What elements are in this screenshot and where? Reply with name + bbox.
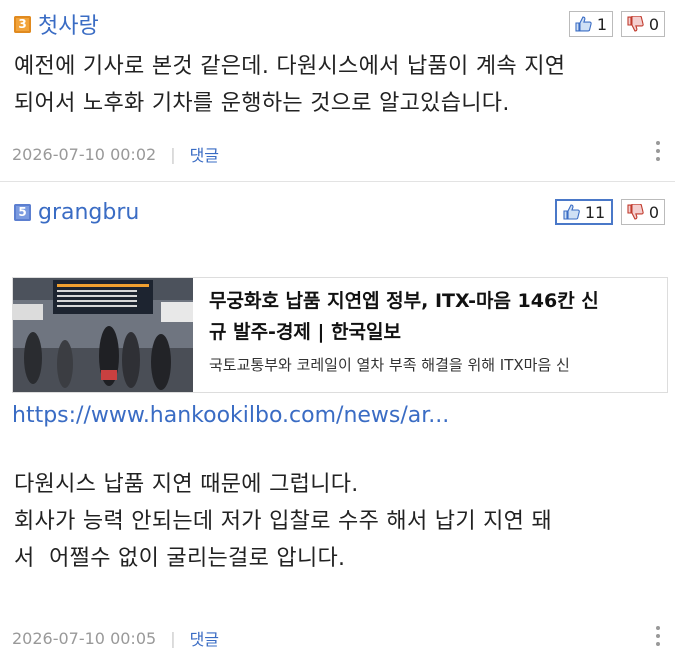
link-preview-title: 무궁화호 납품 지연엡 정부, ITX-마음 146칸 신 규 발주-경제 | … — [209, 290, 599, 343]
comment-text: 다원시스 납품 지연 때문에 그럽니다. 회사가 능력 안되는데 저가 입찰로 … — [14, 472, 553, 571]
link-preview-info: 무궁화호 납품 지연엡 정부, ITX-마음 146칸 신 규 발주-경제 | … — [193, 278, 667, 392]
downvote-button[interactable]: 0 — [621, 199, 665, 225]
upvote-button[interactable]: 1 — [569, 11, 613, 37]
link-preview-card[interactable]: 무궁화호 납품 지연엡 정부, ITX-마음 146칸 신 규 발주-경제 | … — [12, 277, 668, 393]
article-link[interactable]: https://www.hankookilbo.com/news/ar... — [12, 403, 449, 428]
author-name[interactable]: 첫사랑 — [38, 8, 99, 40]
link-preview-description: 국토교통부와 코레일이 열차 부족 해결을 위해 ITX마음 신 — [209, 356, 570, 374]
comment-item: 3 첫사랑 1 0 예전에 기사로 본것 같은데. 다원시스에서 납품이 계속 … — [0, 0, 675, 182]
thumbs-up-icon — [563, 204, 580, 220]
comment-timestamp: 2026-07-10 00:05 — [12, 628, 157, 648]
more-vertical-icon[interactable] — [655, 141, 661, 161]
comment-meta: 2026-07-10 00:05 | 댓글 — [12, 626, 219, 650]
level-badge-icon: 3 — [14, 15, 31, 33]
comment-author[interactable]: 3 첫사랑 — [14, 8, 99, 40]
comment-item: 5 grangbru 11 0 무궁화호 납품 지연엡 정부, ITX-마음 1… — [0, 182, 675, 662]
more-vertical-icon[interactable] — [655, 626, 661, 646]
upvote-button[interactable]: 11 — [555, 199, 613, 225]
comment-meta: 2026-07-10 00:02 | 댓글 — [12, 142, 219, 166]
vote-group: 11 0 — [555, 199, 665, 225]
meta-divider: | — [170, 628, 176, 648]
thumbs-down-icon — [627, 16, 644, 32]
comment-timestamp: 2026-07-10 00:02 — [12, 144, 157, 164]
level-badge-icon: 5 — [14, 204, 31, 221]
reply-button[interactable]: 댓글 — [190, 142, 219, 166]
downvote-count: 0 — [648, 14, 659, 34]
downvote-button[interactable]: 0 — [621, 11, 665, 37]
meta-divider: | — [170, 144, 176, 164]
upvote-count: 1 — [596, 14, 607, 34]
vote-group: 1 0 — [569, 11, 665, 37]
author-name[interactable]: grangbru — [38, 200, 139, 225]
downvote-count: 0 — [648, 202, 659, 222]
comment-author[interactable]: 5 grangbru — [14, 200, 139, 225]
thumbs-down-icon — [627, 204, 644, 220]
news-thumbnail — [13, 278, 193, 392]
reply-button[interactable]: 댓글 — [190, 626, 219, 650]
comment-text: 예전에 기사로 본것 같은데. 다원시스에서 납품이 계속 지연 되어서 노후화… — [14, 54, 566, 116]
upvote-count: 11 — [584, 202, 606, 222]
thumbs-up-icon — [575, 16, 592, 32]
